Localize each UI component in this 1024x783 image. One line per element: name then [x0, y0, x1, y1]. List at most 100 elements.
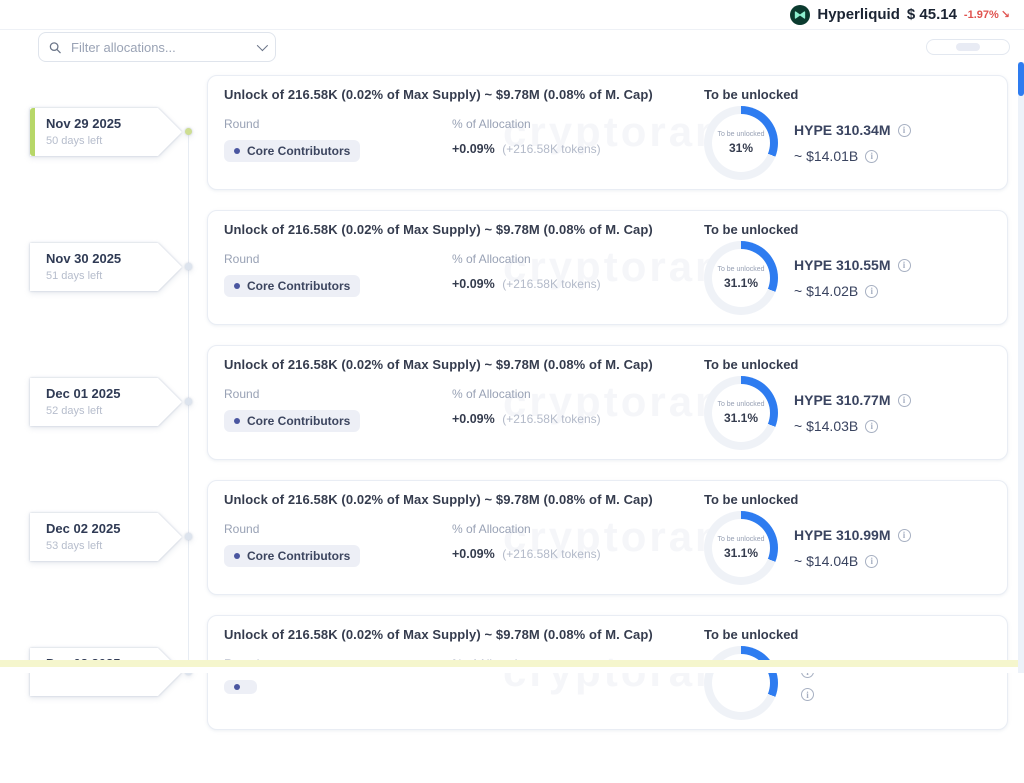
- round-label: Round: [224, 387, 452, 401]
- donut-caption: To be unlocked: [717, 131, 764, 140]
- unlock-donut-chart: To be unlocked 31.1%: [704, 376, 778, 450]
- info-icon[interactable]: [865, 285, 878, 298]
- timeline-dot-icon: [185, 533, 192, 540]
- card-right: To be unlocked To be unlocked 31% HYPE 3…: [704, 87, 991, 179]
- donut-caption: To be unlocked: [717, 536, 764, 545]
- badge-dot-icon: [234, 283, 240, 289]
- allocation-tokens: (+216.58K tokens): [502, 547, 600, 561]
- round-label: Round: [224, 522, 452, 536]
- hype-amount: HYPE 310.99M: [794, 527, 891, 543]
- usd-value: ~ $14.02B: [794, 283, 858, 299]
- card-left: Unlock of 216.58K (0.02% of Max Supply) …: [224, 87, 704, 179]
- round-column: Round Core Contributors: [224, 252, 452, 297]
- round-column: Round Core Contributors: [224, 117, 452, 162]
- segment-button[interactable]: [956, 43, 980, 51]
- scrollbar-thumb[interactable]: [1018, 62, 1024, 96]
- timeline-dot-icon: [185, 263, 192, 270]
- segment-button[interactable]: [982, 43, 1006, 51]
- allocation-tokens: (+216.58K tokens): [502, 412, 600, 426]
- nav-links: [40, 0, 222, 29]
- chevron-down-icon[interactable]: [257, 40, 268, 51]
- info-icon[interactable]: [865, 555, 878, 568]
- unlock-title: Unlock of 216.58K (0.02% of Max Supply) …: [224, 357, 704, 372]
- timeline-date: Dec 02 2025: [46, 521, 182, 536]
- timeline-dot-icon: [185, 398, 192, 405]
- period-segmented-control: [926, 39, 1010, 55]
- allocation-column: % of Allocation +0.09% (+216.58K tokens): [452, 117, 704, 162]
- info-icon[interactable]: [898, 124, 911, 137]
- timeline-tag: Dec 02 2025 53 days left: [30, 513, 182, 561]
- unlock-card: cryptorank Unlock of 216.58K (0.02% of M…: [207, 480, 1008, 595]
- to-be-unlocked-header: To be unlocked: [704, 627, 991, 642]
- round-badge-label: Core Contributors: [247, 414, 350, 428]
- info-icon[interactable]: [801, 688, 814, 701]
- card-right: To be unlocked To be unlocked 31.1% HYPE…: [704, 222, 991, 314]
- unlock-card: cryptorank Unlock of 216.58K (0.02% of M…: [207, 75, 1008, 190]
- allocation-value: +0.09%: [452, 142, 495, 156]
- segment-button[interactable]: [930, 43, 954, 51]
- timeline-items: Nov 29 2025 50 days left Nov 30 2025 51 …: [30, 108, 230, 696]
- badge-dot-icon: [234, 418, 240, 424]
- badge-dot-icon: [234, 684, 240, 690]
- filter-allocations-input[interactable]: [69, 39, 249, 56]
- top-nav: Hyperliquid $ 45.14 -1.97% ↘: [0, 0, 1024, 30]
- card-right: To be unlocked To be unlocked 31.1% HYPE…: [704, 357, 991, 449]
- timeline-item[interactable]: Dec 02 2025 53 days left: [30, 513, 206, 561]
- unlock-card: cryptorank Unlock of 216.58K (0.02% of M…: [207, 210, 1008, 325]
- info-icon[interactable]: [865, 150, 878, 163]
- token-name: Hyperliquid: [817, 6, 900, 23]
- timeline-item[interactable]: Dec 01 2025 52 days left: [30, 378, 206, 426]
- info-icon[interactable]: [865, 420, 878, 433]
- allocation-value: +0.09%: [452, 547, 495, 561]
- allocation-label: % of Allocation: [452, 117, 704, 131]
- card-left: Unlock of 216.58K (0.02% of Max Supply) …: [224, 627, 704, 719]
- hyperliquid-logo-icon: [790, 5, 810, 25]
- scrollbar-track[interactable]: [1018, 62, 1024, 673]
- timeline-item[interactable]: Nov 30 2025 51 days left: [30, 243, 206, 291]
- timeline-days-left: 51 days left: [46, 270, 182, 282]
- unlock-donut-chart: To be unlocked 31.1%: [704, 511, 778, 585]
- hype-amount: HYPE 310.77M: [794, 392, 891, 408]
- card-right: To be unlocked To be unlocked 31.1% HYPE…: [704, 492, 991, 584]
- unlock-title: Unlock of 216.58K (0.02% of Max Supply) …: [224, 627, 704, 642]
- info-icon[interactable]: [898, 394, 911, 407]
- allocation-label: % of Allocation: [452, 522, 704, 536]
- unlock-values: HYPE 310.77M ~ $14.03B: [794, 392, 911, 434]
- timeline-date: Nov 29 2025: [46, 116, 182, 131]
- timeline-item[interactable]: Nov 29 2025 50 days left: [30, 108, 206, 156]
- allocation-column: % of Allocation +0.09% (+216.58K tokens): [452, 252, 704, 297]
- donut-caption: To be unlocked: [717, 401, 764, 410]
- timeline-date: Nov 30 2025: [46, 251, 182, 266]
- donut-percent: 31.1%: [724, 276, 758, 290]
- unlock-title: Unlock of 216.58K (0.02% of Max Supply) …: [224, 222, 704, 237]
- unlock-values: HYPE 310.99M ~ $14.04B: [794, 527, 911, 569]
- allocation-tokens: (+216.58K tokens): [502, 277, 600, 291]
- round-badge[interactable]: Core Contributors: [224, 410, 360, 432]
- allocation-value: +0.09%: [452, 277, 495, 291]
- unlock-donut-chart: [704, 646, 778, 720]
- card-left: Unlock of 216.58K (0.02% of Max Supply) …: [224, 492, 704, 584]
- unlock-values: HYPE 310.55M ~ $14.02B: [794, 257, 911, 299]
- round-badge[interactable]: Core Contributors: [224, 545, 360, 567]
- unlock-card: cryptorank Unlock of 216.58K (0.02% of M…: [207, 345, 1008, 460]
- timeline-days-left: 50 days left: [46, 135, 182, 147]
- round-badge-label: Core Contributors: [247, 549, 350, 563]
- card-left: Unlock of 216.58K (0.02% of Max Supply) …: [224, 222, 704, 314]
- unlock-title: Unlock of 216.58K (0.02% of Max Supply) …: [224, 87, 704, 102]
- round-badge[interactable]: Core Contributors: [224, 275, 360, 297]
- to-be-unlocked-header: To be unlocked: [704, 87, 991, 102]
- info-icon[interactable]: [898, 529, 911, 542]
- trend-down-arrow-icon: ↘: [1001, 8, 1010, 21]
- token-change: -1.97% ↘: [964, 8, 1010, 21]
- hype-amount: HYPE 310.34M: [794, 122, 891, 138]
- timeline-tag: Nov 30 2025 51 days left: [30, 243, 182, 291]
- timeline-dot-icon: [185, 128, 192, 135]
- bottom-highlight-bar: [0, 660, 1024, 667]
- badge-dot-icon: [234, 148, 240, 154]
- unlock-values: HYPE 310.34M ~ $14.01B: [794, 122, 911, 164]
- token-change-value: -1.97%: [964, 9, 999, 21]
- filter-allocations-dropdown[interactable]: [38, 32, 276, 62]
- allocation-label: % of Allocation: [452, 387, 704, 401]
- round-badge[interactable]: Core Contributors: [224, 140, 360, 162]
- info-icon[interactable]: [898, 259, 911, 272]
